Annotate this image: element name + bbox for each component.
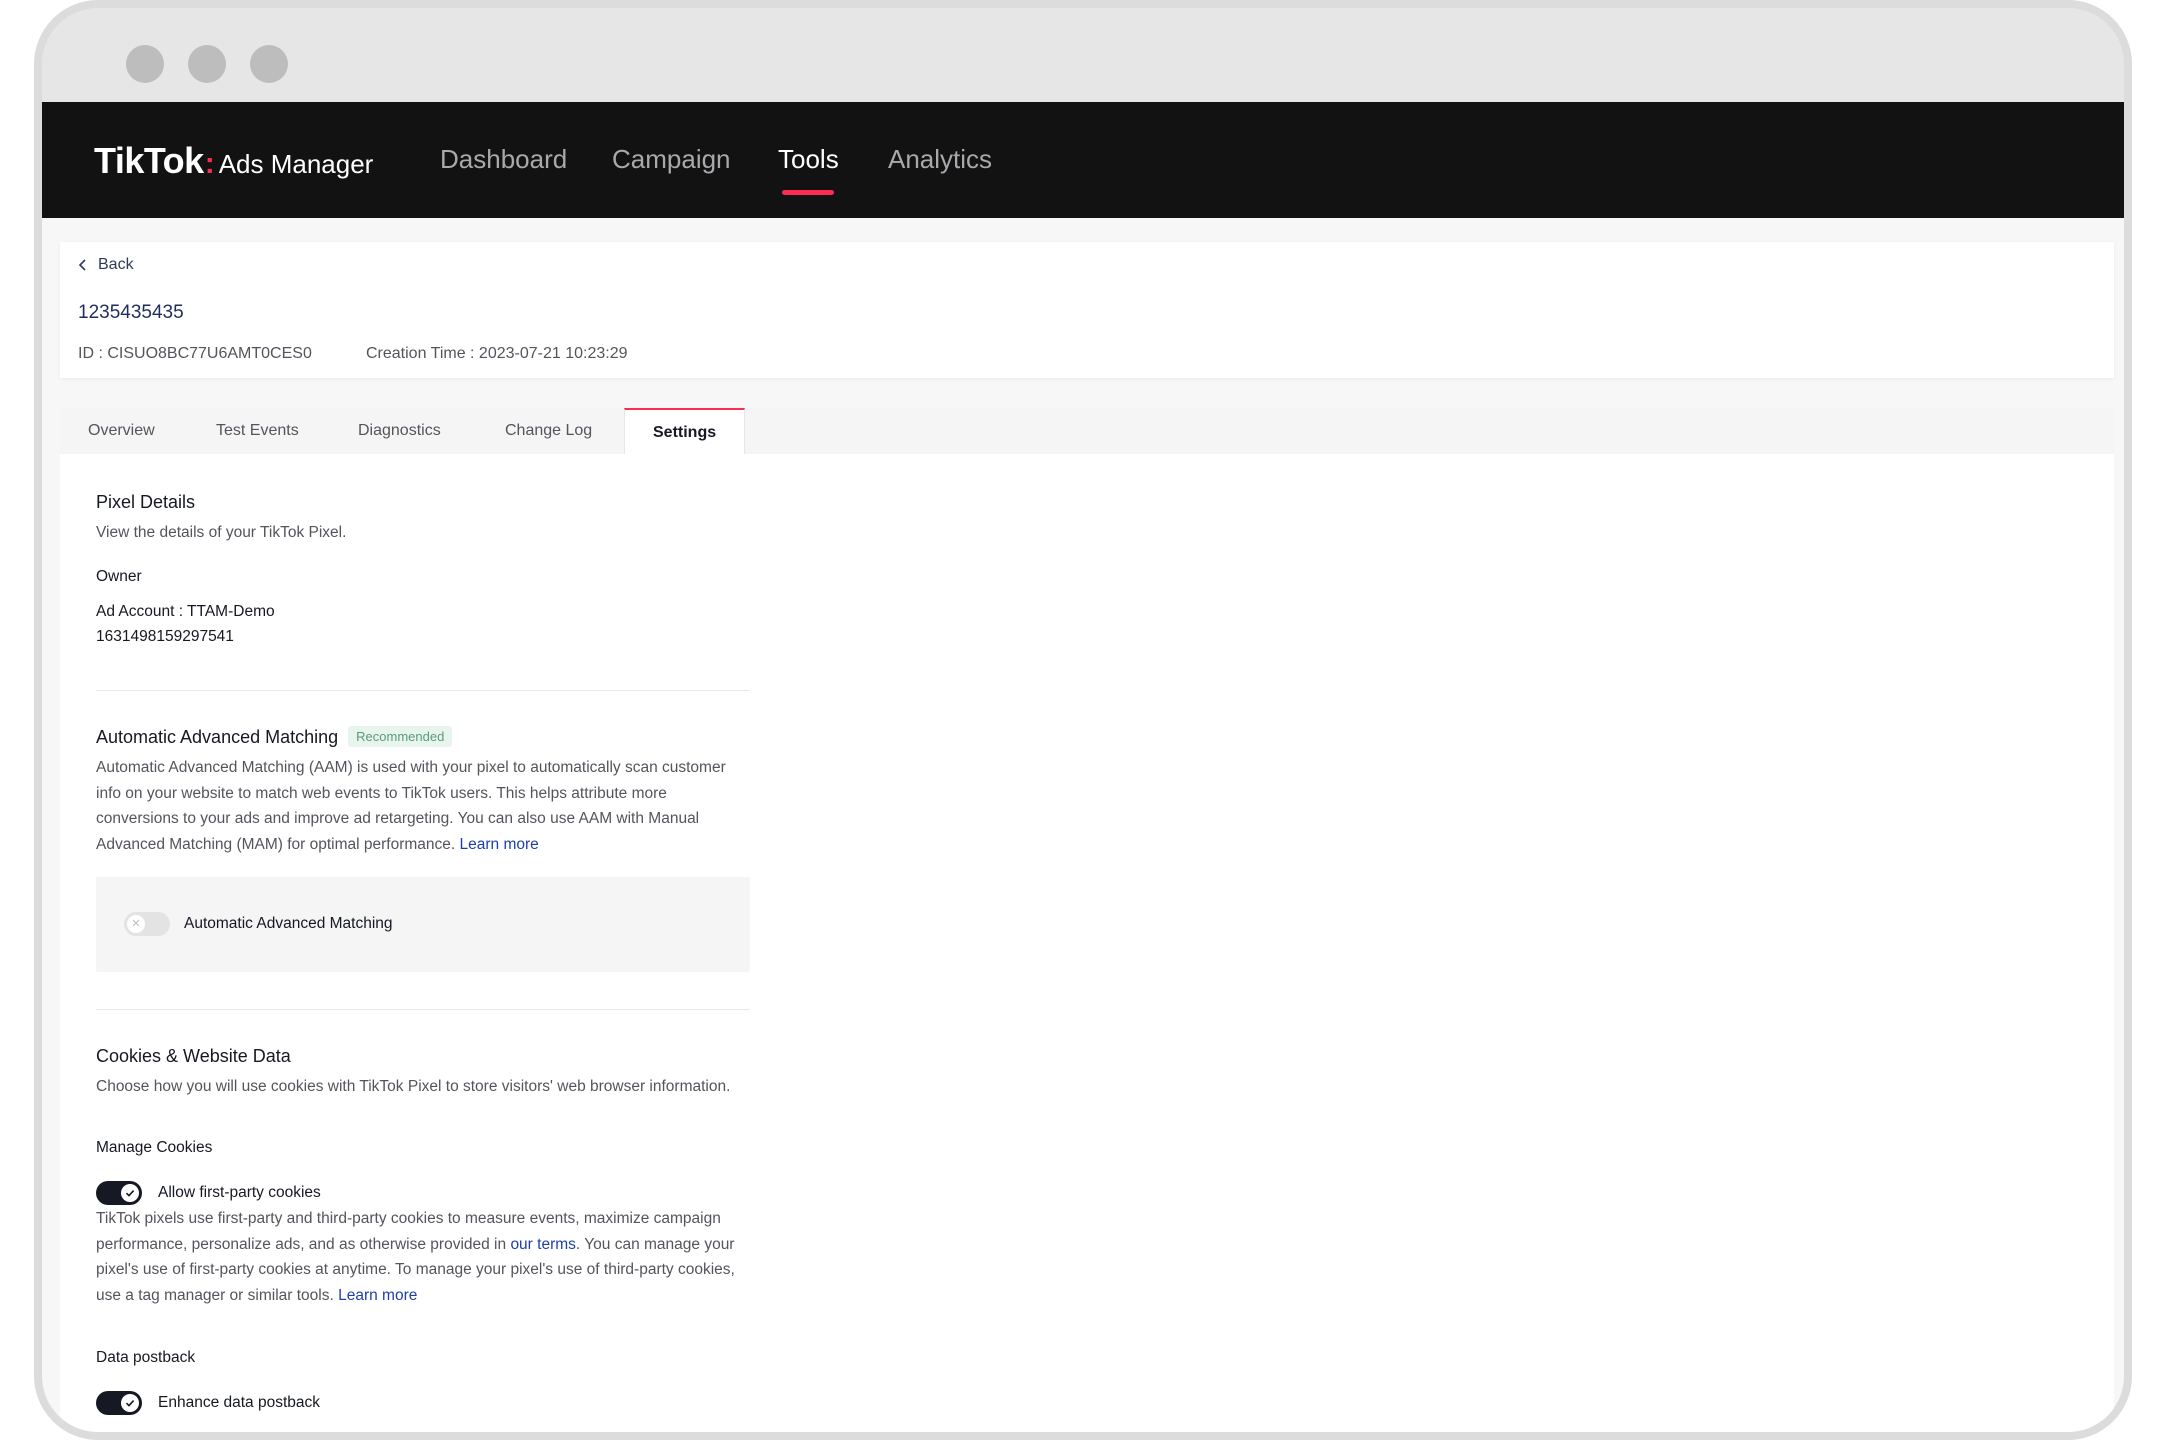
tab-overview[interactable]: Overview bbox=[88, 408, 155, 454]
settings-panel: Pixel Details View the details of your T… bbox=[60, 454, 2114, 1432]
our-terms-link[interactable]: our terms bbox=[510, 1236, 575, 1253]
window-maximize-button[interactable] bbox=[250, 45, 288, 83]
recommended-badge: Recommended bbox=[348, 726, 453, 747]
aam-toggle-label: Automatic Advanced Matching bbox=[184, 915, 393, 932]
owner-account-id: 1631498159297541 bbox=[96, 628, 234, 645]
back-link[interactable]: Back bbox=[78, 256, 134, 274]
aam-description-text: Automatic Advanced Matching (AAM) is use… bbox=[96, 759, 726, 853]
top-navbar: TikTok : Ads Manager Dashboard Campaign … bbox=[42, 102, 2124, 218]
section-divider bbox=[96, 1009, 750, 1010]
tab-test-events[interactable]: Test Events bbox=[216, 408, 299, 454]
page-content: Back 1235435435 ID : CISUO8BC77U6AMT0CES… bbox=[42, 218, 2124, 1432]
data-postback-label: Data postback bbox=[96, 1349, 196, 1366]
nav-item-tools[interactable]: Tools bbox=[778, 144, 839, 175]
cookies-learn-more-link[interactable]: Learn more bbox=[338, 1287, 417, 1304]
first-party-cookies-toggle[interactable] bbox=[96, 1181, 142, 1205]
aam-toggle-box: ✕ Automatic Advanced Matching bbox=[96, 877, 750, 972]
manage-cookies-label: Manage Cookies bbox=[96, 1139, 213, 1156]
tab-settings[interactable]: Settings bbox=[624, 408, 746, 455]
close-icon: ✕ bbox=[127, 915, 145, 933]
cookies-title: Cookies & Website Data bbox=[96, 1046, 291, 1066]
data-postback-toggle-label: Enhance data postback bbox=[158, 1394, 321, 1411]
pixel-header-card: Back 1235435435 ID : CISUO8BC77U6AMT0CES… bbox=[60, 242, 2114, 378]
creation-time: Creation Time : 2023-07-21 10:23:29 bbox=[366, 345, 628, 362]
owner-account: Ad Account : TTAM-Demo bbox=[96, 603, 275, 620]
aam-title: Automatic Advanced Matching Recommended bbox=[96, 726, 453, 748]
aam-learn-more-link[interactable]: Learn more bbox=[460, 836, 539, 853]
chevron-left-icon bbox=[78, 259, 86, 271]
back-label: Back bbox=[98, 256, 134, 273]
check-icon bbox=[121, 1184, 139, 1202]
cookies-description: Choose how you will use cookies with Tik… bbox=[96, 1078, 731, 1095]
nav-active-indicator bbox=[782, 190, 834, 195]
tabs-bar: Overview Test Events Diagnostics Change … bbox=[60, 408, 2114, 455]
logo-colon: : bbox=[204, 147, 215, 180]
section-divider bbox=[96, 690, 750, 691]
tab-diagnostics[interactable]: Diagnostics bbox=[358, 408, 441, 454]
pixel-details-description: View the details of your TikTok Pixel. bbox=[96, 524, 347, 541]
tiktok-ads-manager-logo[interactable]: TikTok : Ads Manager bbox=[94, 140, 373, 182]
check-icon bbox=[121, 1394, 139, 1412]
aam-toggle[interactable]: ✕ bbox=[124, 912, 170, 936]
logo-product: Ads Manager bbox=[218, 149, 374, 179]
pixel-id: ID : CISUO8BC77U6AMT0CES0 bbox=[78, 345, 312, 362]
owner-label: Owner bbox=[96, 568, 142, 585]
pixel-details-title: Pixel Details bbox=[96, 492, 196, 512]
tab-change-log[interactable]: Change Log bbox=[505, 408, 592, 454]
browser-window: TikTok : Ads Manager Dashboard Campaign … bbox=[34, 0, 2132, 1440]
nav-item-analytics[interactable]: Analytics bbox=[888, 144, 992, 175]
aam-description: Automatic Advanced Matching (AAM) is use… bbox=[96, 755, 736, 857]
pixel-name: 1235435435 bbox=[78, 302, 184, 323]
window-minimize-button[interactable] bbox=[188, 45, 226, 83]
window-titlebar bbox=[42, 8, 2124, 102]
aam-title-text: Automatic Advanced Matching bbox=[96, 727, 339, 747]
nav-item-dashboard[interactable]: Dashboard bbox=[440, 144, 567, 175]
logo-brand: TikTok bbox=[94, 140, 204, 181]
first-party-cookies-label: Allow first-party cookies bbox=[158, 1184, 321, 1201]
window-close-button[interactable] bbox=[126, 45, 164, 83]
nav-item-campaign[interactable]: Campaign bbox=[612, 144, 731, 175]
data-postback-toggle[interactable] bbox=[96, 1391, 142, 1415]
first-party-cookies-description: TikTok pixels use first-party and third-… bbox=[96, 1206, 736, 1308]
